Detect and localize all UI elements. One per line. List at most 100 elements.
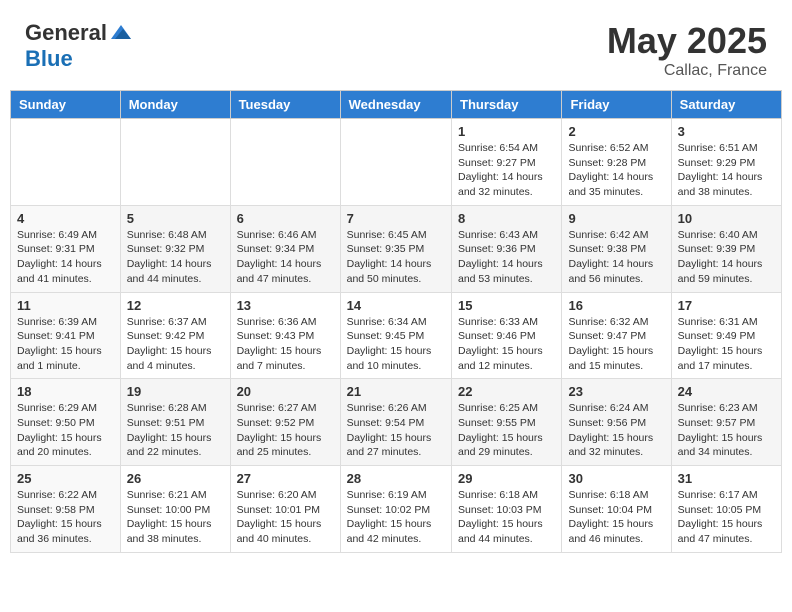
day-number: 13 bbox=[237, 298, 334, 313]
day-number: 19 bbox=[127, 384, 224, 399]
day-number: 8 bbox=[458, 211, 555, 226]
calendar-cell: 10Sunrise: 6:40 AMSunset: 9:39 PMDayligh… bbox=[671, 205, 781, 292]
day-info: Sunrise: 6:54 AMSunset: 9:27 PMDaylight:… bbox=[458, 141, 555, 200]
calendar-cell bbox=[340, 119, 451, 206]
day-number: 25 bbox=[17, 471, 114, 486]
day-number: 6 bbox=[237, 211, 334, 226]
weekday-header: Thursday bbox=[452, 91, 562, 119]
calendar-cell: 21 Sunrise: 6:26 AMSunset: 9:54 PMDayligh… bbox=[340, 379, 451, 466]
week-row: 4 Sunrise: 6:49 AMSunset: 9:31 PMDaylight… bbox=[11, 205, 782, 292]
day-info: Sunrise: 6:36 AMSunset: 9:43 PMDaylight:… bbox=[237, 315, 334, 374]
day-number: 17 bbox=[678, 298, 775, 313]
logo-general-text: General bbox=[25, 20, 107, 46]
day-number: 11 bbox=[17, 298, 114, 313]
month-title: May 2025 bbox=[607, 20, 767, 62]
day-info: Sunrise: 6:40 AMSunset: 9:39 PMDaylight:… bbox=[678, 228, 775, 287]
calendar-cell: 4 Sunrise: 6:49 AMSunset: 9:31 PMDaylight… bbox=[11, 205, 121, 292]
calendar-cell: 15 Sunrise: 6:33 AMSunset: 9:46 PMDayligh… bbox=[452, 292, 562, 379]
calendar-cell: 31 Sunrise: 6:17 AMSunset: 10:05 PMDaylig… bbox=[671, 466, 781, 553]
calendar-cell: 2Sunrise: 6:52 AMSunset: 9:28 PMDaylight… bbox=[562, 119, 671, 206]
day-number: 9 bbox=[568, 211, 664, 226]
day-info: Sunrise: 6:18 AMSunset: 10:03 PMDaylight… bbox=[458, 488, 555, 547]
title-section: May 2025 Callac, France bbox=[607, 20, 767, 80]
week-row: 18 Sunrise: 6:29 AMSunset: 9:50 PMDayligh… bbox=[11, 379, 782, 466]
day-number: 14 bbox=[347, 298, 445, 313]
day-info: Sunrise: 6:39 AMSunset: 9:41 PMDaylight:… bbox=[17, 315, 114, 374]
week-row: 25 Sunrise: 6:22 AMSunset: 9:58 PMDayligh… bbox=[11, 466, 782, 553]
weekday-header-row: SundayMondayTuesdayWednesdayThursdayFrid… bbox=[11, 91, 782, 119]
day-number: 26 bbox=[127, 471, 224, 486]
calendar-cell: 19Sunrise: 6:28 AMSunset: 9:51 PMDayligh… bbox=[120, 379, 230, 466]
calendar-cell: 7 Sunrise: 6:45 AMSunset: 9:35 PMDaylight… bbox=[340, 205, 451, 292]
calendar-table: SundayMondayTuesdayWednesdayThursdayFrid… bbox=[10, 90, 782, 553]
day-info: Sunrise: 6:31 AMSunset: 9:49 PMDaylight:… bbox=[678, 315, 775, 374]
day-number: 5 bbox=[127, 211, 224, 226]
calendar-cell: 30Sunrise: 6:18 AMSunset: 10:04 PMDaylig… bbox=[562, 466, 671, 553]
calendar-cell: 3 Sunrise: 6:51 AMSunset: 9:29 PMDaylight… bbox=[671, 119, 781, 206]
calendar-cell: 16 Sunrise: 6:32 AMSunset: 9:47 PMDayligh… bbox=[562, 292, 671, 379]
calendar-cell: 18 Sunrise: 6:29 AMSunset: 9:50 PMDayligh… bbox=[11, 379, 121, 466]
day-number: 12 bbox=[127, 298, 224, 313]
day-info: Sunrise: 6:24 AMSunset: 9:56 PMDaylight:… bbox=[568, 401, 664, 460]
calendar-cell: 5Sunrise: 6:48 AMSunset: 9:32 PMDaylight… bbox=[120, 205, 230, 292]
day-info: Sunrise: 6:22 AMSunset: 9:58 PMDaylight:… bbox=[17, 488, 114, 547]
logo: General Blue bbox=[25, 20, 133, 72]
day-number: 18 bbox=[17, 384, 114, 399]
day-info: Sunrise: 6:51 AMSunset: 9:29 PMDaylight:… bbox=[678, 141, 775, 200]
calendar-cell: 22 Sunrise: 6:25 AMSunset: 9:55 PMDayligh… bbox=[452, 379, 562, 466]
week-row: 11 Sunrise: 6:39 AMSunset: 9:41 PMDayligh… bbox=[11, 292, 782, 379]
calendar-cell: 14 Sunrise: 6:34 AMSunset: 9:45 PMDayligh… bbox=[340, 292, 451, 379]
day-info: Sunrise: 6:34 AMSunset: 9:45 PMDaylight:… bbox=[347, 315, 445, 374]
day-number: 29 bbox=[458, 471, 555, 486]
day-number: 4 bbox=[17, 211, 114, 226]
calendar-cell: 11 Sunrise: 6:39 AMSunset: 9:41 PMDayligh… bbox=[11, 292, 121, 379]
weekday-header: Tuesday bbox=[230, 91, 340, 119]
location: Callac, France bbox=[607, 62, 767, 80]
day-info: Sunrise: 6:26 AMSunset: 9:54 PMDaylight:… bbox=[347, 401, 445, 460]
logo-icon bbox=[109, 21, 133, 45]
calendar-cell bbox=[230, 119, 340, 206]
calendar-cell: 8 Sunrise: 6:43 AMSunset: 9:36 PMDaylight… bbox=[452, 205, 562, 292]
day-info: Sunrise: 6:19 AMSunset: 10:02 PMDaylight… bbox=[347, 488, 445, 547]
calendar-cell: 9Sunrise: 6:42 AMSunset: 9:38 PMDaylight… bbox=[562, 205, 671, 292]
day-info: Sunrise: 6:32 AMSunset: 9:47 PMDaylight:… bbox=[568, 315, 664, 374]
day-number: 15 bbox=[458, 298, 555, 313]
calendar-cell: 26 Sunrise: 6:21 AMSunset: 10:00 PMDaylig… bbox=[120, 466, 230, 553]
calendar-cell: 29 Sunrise: 6:18 AMSunset: 10:03 PMDaylig… bbox=[452, 466, 562, 553]
day-info: Sunrise: 6:21 AMSunset: 10:00 PMDaylight… bbox=[127, 488, 224, 547]
day-number: 1 bbox=[458, 124, 555, 139]
calendar-cell: 1 Sunrise: 6:54 AMSunset: 9:27 PMDaylight… bbox=[452, 119, 562, 206]
day-number: 7 bbox=[347, 211, 445, 226]
calendar-cell: 20Sunrise: 6:27 AMSunset: 9:52 PMDayligh… bbox=[230, 379, 340, 466]
calendar-cell: 28 Sunrise: 6:19 AMSunset: 10:02 PMDaylig… bbox=[340, 466, 451, 553]
day-info: Sunrise: 6:33 AMSunset: 9:46 PMDaylight:… bbox=[458, 315, 555, 374]
weekday-header: Sunday bbox=[11, 91, 121, 119]
day-info: Sunrise: 6:29 AMSunset: 9:50 PMDaylight:… bbox=[17, 401, 114, 460]
day-info: Sunrise: 6:46 AMSunset: 9:34 PMDaylight:… bbox=[237, 228, 334, 287]
day-number: 23 bbox=[568, 384, 664, 399]
weekday-header: Saturday bbox=[671, 91, 781, 119]
day-info: Sunrise: 6:27 AMSunset: 9:52 PMDaylight:… bbox=[237, 401, 334, 460]
day-info: Sunrise: 6:25 AMSunset: 9:55 PMDaylight:… bbox=[458, 401, 555, 460]
day-info: Sunrise: 6:49 AMSunset: 9:31 PMDaylight:… bbox=[17, 228, 114, 287]
calendar-cell: 23 Sunrise: 6:24 AMSunset: 9:56 PMDayligh… bbox=[562, 379, 671, 466]
day-number: 30 bbox=[568, 471, 664, 486]
calendar-cell bbox=[11, 119, 121, 206]
day-info: Sunrise: 6:52 AMSunset: 9:28 PMDaylight:… bbox=[568, 141, 664, 200]
day-number: 22 bbox=[458, 384, 555, 399]
weekday-header: Friday bbox=[562, 91, 671, 119]
weekday-header: Wednesday bbox=[340, 91, 451, 119]
day-number: 3 bbox=[678, 124, 775, 139]
page-header: General Blue May 2025 Callac, France bbox=[10, 10, 782, 85]
calendar-cell bbox=[120, 119, 230, 206]
day-info: Sunrise: 6:45 AMSunset: 9:35 PMDaylight:… bbox=[347, 228, 445, 287]
day-info: Sunrise: 6:17 AMSunset: 10:05 PMDaylight… bbox=[678, 488, 775, 547]
week-row: 1 Sunrise: 6:54 AMSunset: 9:27 PMDaylight… bbox=[11, 119, 782, 206]
day-info: Sunrise: 6:20 AMSunset: 10:01 PMDaylight… bbox=[237, 488, 334, 547]
day-info: Sunrise: 6:43 AMSunset: 9:36 PMDaylight:… bbox=[458, 228, 555, 287]
day-number: 16 bbox=[568, 298, 664, 313]
day-number: 21 bbox=[347, 384, 445, 399]
calendar-cell: 25 Sunrise: 6:22 AMSunset: 9:58 PMDayligh… bbox=[11, 466, 121, 553]
day-number: 31 bbox=[678, 471, 775, 486]
day-number: 28 bbox=[347, 471, 445, 486]
